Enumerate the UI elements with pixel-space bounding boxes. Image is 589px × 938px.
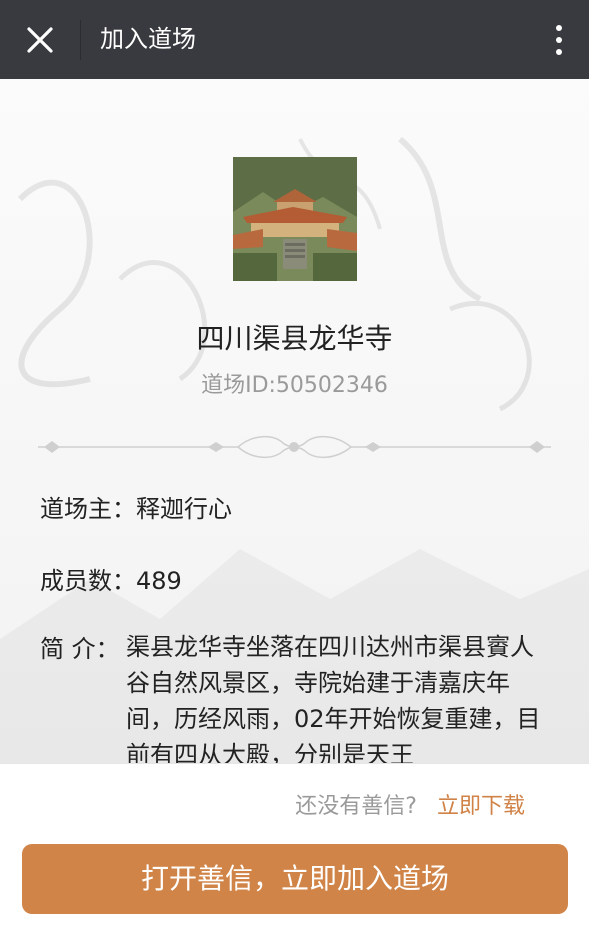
bottom-panel: 还没有善信? 立即下载 打开善信，立即加入道场 xyxy=(0,763,589,938)
no-app-text: 还没有善信? xyxy=(295,794,417,819)
owner-row: 道场主：释迦行心 xyxy=(40,489,232,524)
members-label: 成员数： xyxy=(40,567,136,595)
page-title: 加入道场 xyxy=(100,25,196,53)
no-app-prompt: 还没有善信? 立即下载 xyxy=(295,788,525,820)
members-row: 成员数：489 xyxy=(40,561,182,596)
more-button[interactable] xyxy=(547,18,571,62)
close-button[interactable] xyxy=(16,16,64,64)
intro-text: 渠县龙华寺坐落在四川达州市渠县賨人谷自然风景区，寺院始建于清嘉庆年间，历经风雨，… xyxy=(126,633,541,763)
temple-name: 四川渠县龙华寺 xyxy=(196,322,393,355)
intro-label: 简 介： xyxy=(40,635,120,663)
open-app-join-button[interactable]: 打开善信，立即加入道场 xyxy=(22,844,568,914)
temple-content[interactable]: 四川渠县龙华寺 道场ID:50502346 道场主：释迦行心 成员数：489 简… xyxy=(0,79,589,763)
ornament-divider xyxy=(38,436,551,458)
owner-label: 道场主： xyxy=(40,495,136,523)
temple-photo xyxy=(233,157,357,281)
temple-id: 道场ID:50502346 xyxy=(201,373,388,398)
owner-value: 释迦行心 xyxy=(136,495,232,523)
header-divider xyxy=(80,20,81,60)
more-vertical-icon xyxy=(556,25,562,31)
close-icon xyxy=(27,27,53,53)
download-link[interactable]: 立即下载 xyxy=(437,794,525,819)
top-bar: 加入道场 xyxy=(0,0,589,79)
members-value: 489 xyxy=(136,567,182,595)
